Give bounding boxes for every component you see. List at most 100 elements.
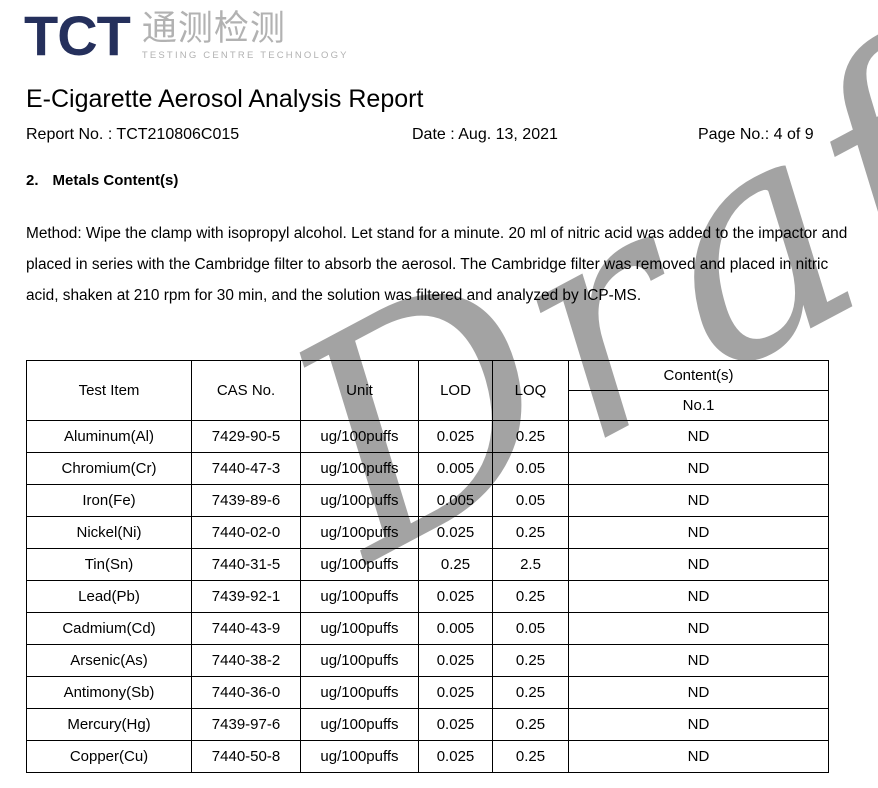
cell-unit: ug/100puffs xyxy=(300,644,419,677)
logo-tagline: TESTING CENTRE TECHNOLOGY xyxy=(141,50,349,61)
cell-test-item: Iron(Fe) xyxy=(26,484,192,517)
cell-lod: 0.025 xyxy=(418,676,493,709)
table-row: Lead(Pb) 7439-92-1 ug/100puffs 0.025 0.25 ND xyxy=(26,580,829,613)
cell-lod: 0.025 xyxy=(418,516,493,549)
table-row: Aluminum(Al) 7429-90-5 ug/100puffs 0.025 0.2… xyxy=(26,420,829,453)
cell-test-item: Lead(Pb) xyxy=(26,580,192,613)
cell-cas-no: 7440-47-3 xyxy=(191,452,301,485)
cell-test-item: Arsenic(As) xyxy=(26,644,192,677)
cell-cas-no: 7440-02-0 xyxy=(191,516,301,549)
report-page: Draft TCT 通测检测 TESTING CENTRE TECHNOLOGY… xyxy=(0,0,878,788)
cell-loq: 0.25 xyxy=(492,708,569,741)
table-row: Chromium(Cr) 7440-47-3 ug/100puffs 0.005 0.0… xyxy=(26,452,829,485)
cell-cas-no: 7440-36-0 xyxy=(191,676,301,709)
cell-content-no1: ND xyxy=(568,548,829,581)
table-row: Iron(Fe) 7439-89-6 ug/100puffs 0.005 0.05 ND xyxy=(26,484,829,517)
column-header-contents: Content(s) xyxy=(568,360,829,391)
cell-unit: ug/100puffs xyxy=(300,484,419,517)
cell-content-no1: ND xyxy=(568,740,829,773)
cell-cas-no: 7439-97-6 xyxy=(191,708,301,741)
table-header: Test Item CAS No. Unit LOD LOQ Content(s… xyxy=(26,360,829,421)
cell-loq: 0.25 xyxy=(492,676,569,709)
metals-results-table: Test Item CAS No. Unit LOD LOQ Content(s… xyxy=(26,360,829,773)
report-date: Date : Aug. 13, 2021 xyxy=(412,126,558,143)
column-header-lod: LOD xyxy=(418,360,493,421)
cell-loq: 2.5 xyxy=(492,548,569,581)
cell-test-item: Aluminum(Al) xyxy=(26,420,192,453)
cell-lod: 0.025 xyxy=(418,708,493,741)
report-number: Report No. : TCT210806C015 xyxy=(26,126,240,143)
column-header-loq: LOQ xyxy=(492,360,569,421)
cell-lod: 0.025 xyxy=(418,580,493,613)
cell-loq: 0.25 xyxy=(492,580,569,613)
cell-test-item: Mercury(Hg) xyxy=(26,708,192,741)
table-row: Cadmium(Cd) 7440-43-9 ug/100puffs 0.005 0.05… xyxy=(26,612,829,645)
cell-test-item: Nickel(Ni) xyxy=(26,516,192,549)
cell-loq: 0.25 xyxy=(492,420,569,453)
table-body: Aluminum(Al) 7429-90-5 ug/100puffs 0.025 0.2… xyxy=(26,420,829,773)
table-row: Mercury(Hg) 7439-97-6 ug/100puffs 0.025 0.25… xyxy=(26,708,829,741)
cell-loq: 0.25 xyxy=(492,516,569,549)
cell-loq: 0.25 xyxy=(492,644,569,677)
method-paragraph: Method: Wipe the clamp with isopropyl al… xyxy=(26,225,848,304)
cell-cas-no: 7440-31-5 xyxy=(191,548,301,581)
column-header-sample-no1: No.1 xyxy=(568,390,829,421)
cell-lod: 0.005 xyxy=(418,484,493,517)
cell-unit: ug/100puffs xyxy=(300,740,419,773)
cell-content-no1: ND xyxy=(568,580,829,613)
table-header-row: Test Item CAS No. Unit LOD LOQ Content(s… xyxy=(26,360,829,421)
company-logo: TCT 通测检测 TESTING CENTRE TECHNOLOGY xyxy=(24,8,349,64)
table-row: Tin(Sn) 7440-31-5 ug/100puffs 0.25 2.5 ND xyxy=(26,548,829,581)
cell-lod: 0.025 xyxy=(418,644,493,677)
cell-cas-no: 7439-89-6 xyxy=(191,484,301,517)
cell-cas-no: 7439-92-1 xyxy=(191,580,301,613)
report-meta-row: Report No. : TCT210806C015 Date : Aug. 1… xyxy=(26,126,826,148)
page-number: Page No.: 4 of 9 xyxy=(698,126,814,143)
cell-unit: ug/100puffs xyxy=(300,548,419,581)
cell-loq: 0.25 xyxy=(492,740,569,773)
cell-test-item: Chromium(Cr) xyxy=(26,452,192,485)
logo-chinese-name: 通测检测 xyxy=(141,9,286,49)
cell-loq: 0.05 xyxy=(492,452,569,485)
cell-cas-no: 7440-43-9 xyxy=(191,612,301,645)
cell-cas-no: 7440-50-8 xyxy=(191,740,301,773)
cell-content-no1: ND xyxy=(568,420,829,453)
logo-secondary-block: 通测检测 TESTING CENTRE TECHNOLOGY xyxy=(142,8,349,62)
cell-content-no1: ND xyxy=(568,484,829,517)
cell-loq: 0.05 xyxy=(492,484,569,517)
logo-wordmark: TCT xyxy=(24,4,131,67)
column-header-unit: Unit xyxy=(300,360,419,421)
cell-loq: 0.05 xyxy=(492,612,569,645)
cell-test-item: Tin(Sn) xyxy=(26,548,192,581)
section-title: Metals Content(s) xyxy=(52,172,179,189)
cell-content-no1: ND xyxy=(568,676,829,709)
cell-lod: 0.005 xyxy=(418,612,493,645)
cell-unit: ug/100puffs xyxy=(300,452,419,485)
cell-test-item: Cadmium(Cd) xyxy=(26,612,192,645)
column-header-cas-no: CAS No. xyxy=(191,360,301,421)
section-heading: 2. Metals Content(s) xyxy=(26,172,178,189)
cell-unit: ug/100puffs xyxy=(300,420,419,453)
cell-unit: ug/100puffs xyxy=(300,676,419,709)
cell-unit: ug/100puffs xyxy=(300,612,419,645)
table-row: Arsenic(As) 7440-38-2 ug/100puffs 0.025 0.25… xyxy=(26,644,829,677)
cell-content-no1: ND xyxy=(568,516,829,549)
page-title: E-Cigarette Aerosol Analysis Report xyxy=(26,85,424,113)
cell-unit: ug/100puffs xyxy=(300,580,419,613)
cell-lod: 0.005 xyxy=(418,452,493,485)
cell-lod: 0.025 xyxy=(418,740,493,773)
cell-content-no1: ND xyxy=(568,644,829,677)
table-row: Copper(Cu) 7440-50-8 ug/100puffs 0.025 0.25 N… xyxy=(26,740,829,773)
cell-content-no1: ND xyxy=(568,612,829,645)
column-header-test-item: Test Item xyxy=(26,360,192,421)
cell-lod: 0.25 xyxy=(418,548,493,581)
cell-cas-no: 7440-38-2 xyxy=(191,644,301,677)
cell-unit: ug/100puffs xyxy=(300,708,419,741)
cell-content-no1: ND xyxy=(568,708,829,741)
cell-unit: ug/100puffs xyxy=(300,516,419,549)
cell-test-item: Copper(Cu) xyxy=(26,740,192,773)
cell-test-item: Antimony(Sb) xyxy=(26,676,192,709)
table-row: Nickel(Ni) 7440-02-0 ug/100puffs 0.025 0.25 N… xyxy=(26,516,829,549)
cell-cas-no: 7429-90-5 xyxy=(191,420,301,453)
cell-content-no1: ND xyxy=(568,452,829,485)
